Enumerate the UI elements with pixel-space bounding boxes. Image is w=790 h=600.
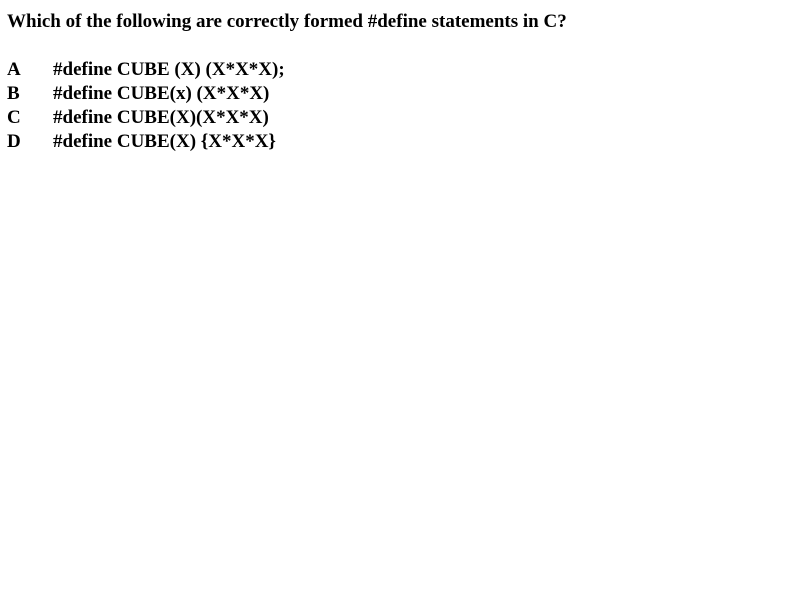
option-text: #define CUBE (X) (X*X*X); bbox=[53, 59, 285, 80]
answer-options-list: A #define CUBE (X) (X*X*X); B #define CU… bbox=[7, 58, 285, 154]
option-b: B #define CUBE(x) (X*X*X) bbox=[7, 82, 285, 106]
option-letter: D bbox=[7, 131, 21, 152]
option-text: #define CUBE(X)(X*X*X) bbox=[53, 107, 269, 128]
option-letter: C bbox=[7, 107, 21, 128]
option-text: #define CUBE(x) (X*X*X) bbox=[53, 83, 270, 104]
option-letter: A bbox=[7, 59, 21, 80]
option-text: #define CUBE(X) {X*X*X} bbox=[53, 131, 276, 152]
option-c: C #define CUBE(X)(X*X*X) bbox=[7, 106, 285, 130]
option-a: A #define CUBE (X) (X*X*X); bbox=[7, 58, 285, 82]
question-text: Which of the following are correctly for… bbox=[7, 11, 567, 32]
option-d: D #define CUBE(X) {X*X*X} bbox=[7, 130, 285, 154]
option-letter: B bbox=[7, 83, 20, 104]
